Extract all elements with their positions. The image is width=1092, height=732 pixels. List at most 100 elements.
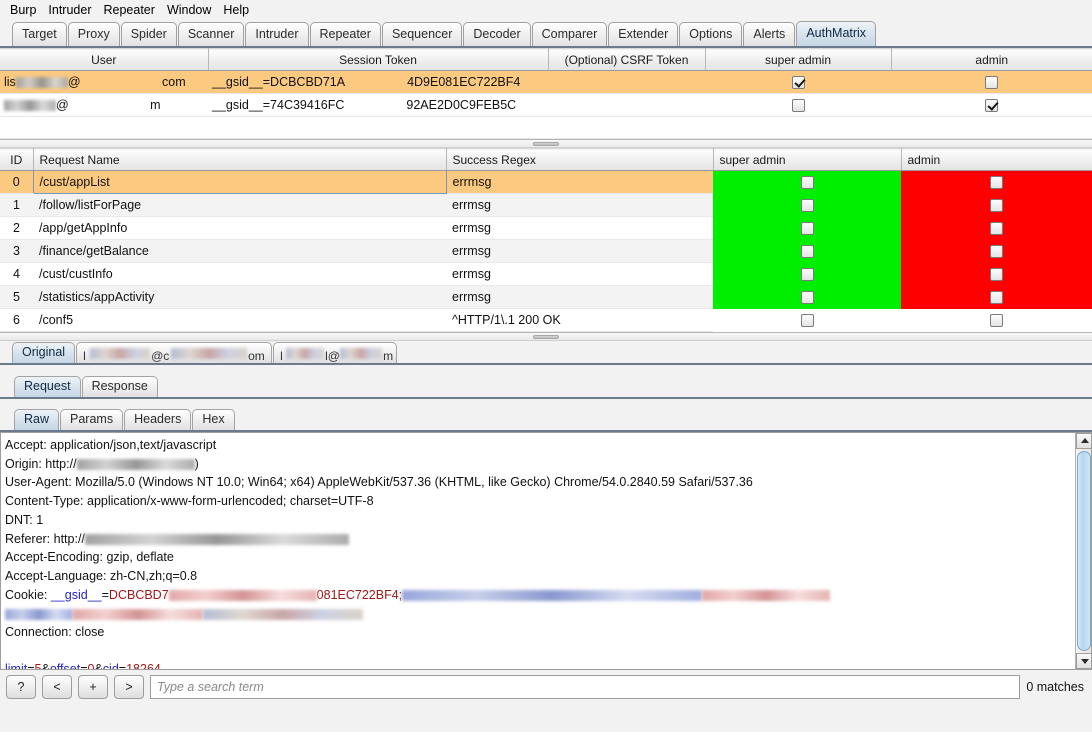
matrix-checkbox-super-admin[interactable] [800,268,814,282]
super-admin-checkbox[interactable] [791,99,805,113]
tab-scanner[interactable]: Scanner [177,22,245,46]
request-table-row[interactable]: 4/cust/custInfo errmsg [0,262,1092,286]
tab-request[interactable]: Request [14,376,81,397]
matrix-cell-super-admin[interactable] [713,308,901,332]
matrix-checkbox-admin[interactable] [990,222,1003,236]
user-cell[interactable]: lis @ com [0,70,208,94]
request-name-cell[interactable]: /cust/appList [32,170,447,194]
matrix-cell-admin[interactable] [901,193,1092,217]
request-table-row[interactable]: 2/app/getAppInfo errmsg [0,216,1092,240]
admin-checkbox[interactable] [985,99,998,113]
menu-item-help[interactable]: Help [217,1,255,19]
splitter-users-requests[interactable] [0,139,1092,148]
super-admin-checkbox[interactable] [791,76,805,90]
matrix-checkbox-super-admin[interactable] [800,314,814,328]
request-table-row[interactable]: 0/cust/appList errmsg [0,170,1092,194]
request-name-cell[interactable]: /finance/getBalance [33,239,446,263]
tab-repeater[interactable]: Repeater [309,22,381,46]
menu-item-burp[interactable]: Burp [4,1,42,19]
search-add-button[interactable]: + [78,675,108,699]
matrix-checkbox-admin[interactable] [990,199,1003,213]
search-input[interactable] [150,675,1021,699]
user-cell[interactable]: @ m [0,93,208,117]
menu-item-window[interactable]: Window [161,1,217,19]
tab-alerts[interactable]: Alerts [743,22,796,46]
success-regex-cell[interactable]: errmsg [446,262,713,286]
col-request-name[interactable]: Request Name [33,148,447,171]
super-admin-toggle-cell[interactable] [705,70,891,94]
search-prev-button[interactable]: < [42,675,72,699]
menu-item-repeater[interactable]: Repeater [98,1,161,19]
user-table-row[interactable]: lis @ com __gsid__=DCBCBD71A 4D9E081EC722BF… [0,70,1092,94]
raw-request-text[interactable]: Accept: application/json,text/javascript… [1,433,1091,669]
scroll-up-arrow-icon[interactable] [1076,433,1091,449]
col-id[interactable]: ID [0,148,34,171]
col-matrix-admin[interactable]: admin [901,148,1092,171]
col-csrf-token[interactable]: (Optional) CSRF Token [548,48,706,71]
col-matrix-super-admin[interactable]: super admin [713,148,902,171]
request-name-cell[interactable]: /follow/listForPage [33,193,446,217]
matrix-cell-super-admin[interactable] [713,285,901,309]
admin-toggle-cell[interactable] [891,93,1092,117]
menu-item-intruder[interactable]: Intruder [42,1,97,19]
matrix-cell-admin[interactable] [901,216,1092,240]
super-admin-toggle-cell[interactable] [705,93,891,117]
user-table-row[interactable]: @ m __gsid__=74C39416FC 92AE2D0C9FEB5C [0,93,1092,117]
tab-hex[interactable]: Hex [192,409,235,430]
matrix-cell-admin[interactable] [901,308,1092,332]
tab-sequencer[interactable]: Sequencer [381,22,463,46]
col-super-admin[interactable]: super admin [705,48,892,71]
admin-checkbox[interactable] [985,76,998,90]
tab-authmatrix[interactable]: AuthMatrix [796,21,877,46]
raw-vertical-scrollbar[interactable] [1075,433,1091,669]
search-help-button[interactable]: ? [6,675,36,699]
tab-user-1[interactable]: l @c om [76,342,273,363]
request-name-cell[interactable]: /conf5 [33,308,446,332]
matrix-checkbox-super-admin[interactable] [800,222,814,236]
tab-original[interactable]: Original [12,342,76,363]
matrix-checkbox-super-admin[interactable] [800,176,814,190]
tab-extender[interactable]: Extender [608,22,679,46]
matrix-cell-admin[interactable] [901,262,1092,286]
scroll-down-arrow-icon[interactable] [1076,653,1091,669]
splitter-requests-detail[interactable] [0,332,1092,341]
success-regex-cell[interactable]: errmsg [446,285,713,309]
request-table-row[interactable]: 1/follow/listForPage errmsg [0,193,1092,217]
request-table-row[interactable]: 5/statistics/appActivity errmsg [0,285,1092,309]
success-regex-cell[interactable]: ^HTTP/1\.1 200 OK [446,308,713,332]
tab-spider[interactable]: Spider [120,22,177,46]
col-admin[interactable]: admin [891,48,1092,71]
request-table-row[interactable]: 3/finance/getBalance errmsg [0,239,1092,263]
matrix-cell-admin[interactable] [901,170,1092,194]
col-success-regex[interactable]: Success Regex [446,148,714,171]
matrix-cell-super-admin[interactable] [713,193,901,217]
matrix-cell-super-admin[interactable] [713,262,901,286]
tab-params[interactable]: Params [60,409,124,430]
tab-response[interactable]: Response [81,376,158,397]
tab-decoder[interactable]: Decoder [463,22,531,46]
matrix-checkbox-admin[interactable] [990,176,1003,190]
request-name-cell[interactable]: /statistics/appActivity [33,285,446,309]
csrf-token-cell[interactable] [548,93,705,117]
matrix-cell-admin[interactable] [901,285,1092,309]
tab-user-2[interactable]: l l@ m [273,342,398,363]
session-token-cell[interactable]: __gsid__=DCBCBD71A 4D9E081EC722BF4 [208,70,548,94]
matrix-checkbox-admin[interactable] [990,314,1003,328]
tab-comparer[interactable]: Comparer [531,22,608,46]
tab-target[interactable]: Target [12,22,67,46]
tab-proxy[interactable]: Proxy [67,22,120,46]
session-token-cell[interactable]: __gsid__=74C39416FC 92AE2D0C9FEB5C [208,93,548,117]
matrix-checkbox-admin[interactable] [990,291,1003,305]
matrix-checkbox-super-admin[interactable] [800,291,814,305]
search-next-button[interactable]: > [114,675,144,699]
raw-request-viewer[interactable]: Accept: application/json,text/javascript… [0,432,1092,670]
matrix-cell-super-admin[interactable] [713,239,901,263]
scroll-thumb[interactable] [1077,451,1091,651]
success-regex-cell[interactable]: errmsg [446,193,713,217]
csrf-token-cell[interactable] [548,70,705,94]
admin-toggle-cell[interactable] [891,70,1092,94]
matrix-cell-admin[interactable] [901,239,1092,263]
matrix-cell-super-admin[interactable] [713,170,901,194]
matrix-checkbox-admin[interactable] [990,245,1003,259]
tab-options[interactable]: Options [679,22,743,46]
